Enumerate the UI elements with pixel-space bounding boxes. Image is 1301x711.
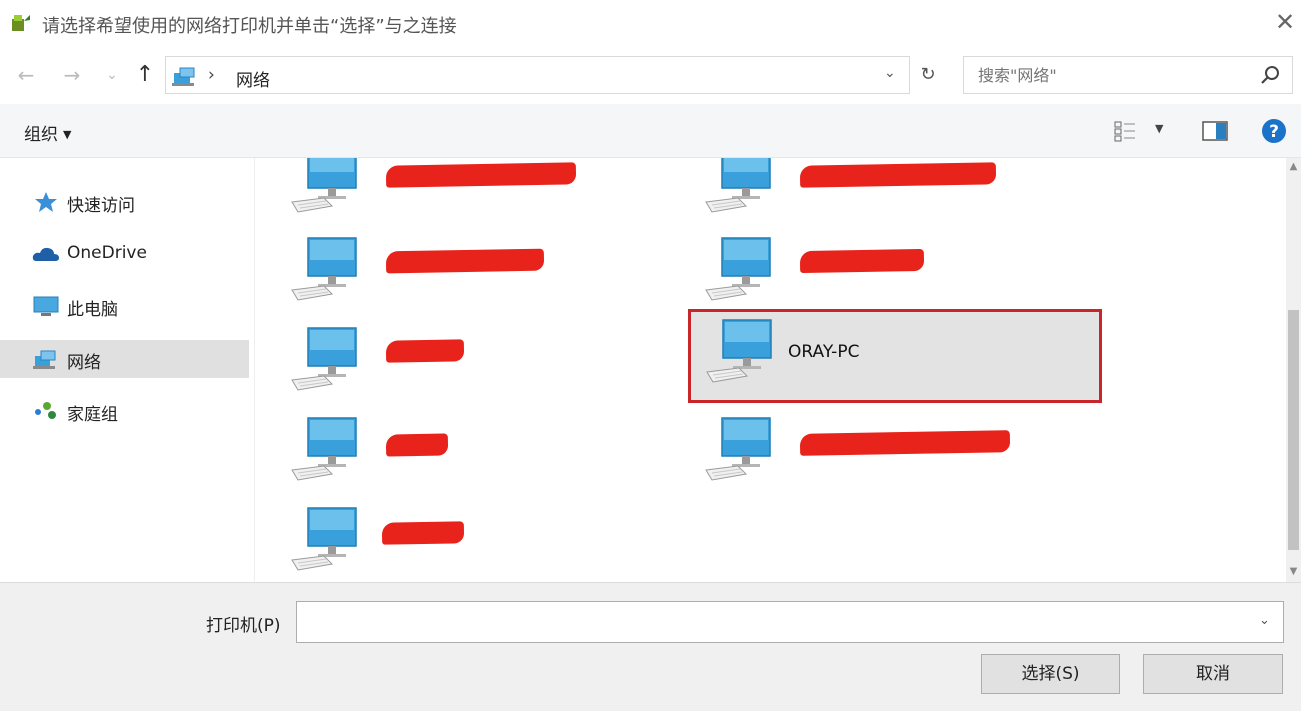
sidebar-item-label: 此电脑: [67, 300, 118, 320]
navigation-pane: 快速访问 OneDrive 此电脑 网络 家庭组: [0, 158, 255, 582]
star-icon: [35, 192, 57, 212]
address-row: ← → ⌄ ↑ › 网络 ⌄ ↻: [0, 48, 1301, 104]
printer-label: 打印机(P): [206, 616, 281, 636]
computer-item[interactable]: [288, 498, 668, 582]
search-icon[interactable]: [1258, 63, 1282, 87]
network-computers-view: ORAY-PC: [256, 158, 1286, 582]
computer-icon: [291, 417, 357, 481]
computer-item[interactable]: [288, 228, 668, 318]
sidebar-item-network[interactable]: 网络: [0, 340, 249, 378]
view-dropdown-icon[interactable]: ▼: [1155, 122, 1163, 135]
close-button[interactable]: ✕: [1270, 8, 1300, 38]
forward-button[interactable]: →: [58, 61, 86, 89]
breadcrumb-network[interactable]: 网络: [236, 66, 270, 91]
search-box[interactable]: [963, 56, 1293, 94]
cancel-button[interactable]: 取消: [1143, 654, 1283, 694]
homegroup-icon: [35, 402, 56, 419]
help-icon[interactable]: ?: [1261, 118, 1287, 144]
computer-item[interactable]: [288, 408, 668, 498]
pc-icon: [33, 296, 59, 316]
computer-icon: [705, 417, 771, 481]
scroll-up-icon[interactable]: ▲: [1286, 158, 1301, 175]
redacted-name: [799, 248, 925, 274]
chevron-down-icon[interactable]: ⌄: [1259, 613, 1270, 628]
dialog-footer: 打印机(P) ⌄ 选择(S) 取消: [0, 582, 1301, 711]
computer-item[interactable]: [702, 228, 1082, 318]
computer-item[interactable]: [702, 408, 1082, 498]
redacted-name: [799, 162, 997, 188]
redacted-name: [385, 433, 449, 457]
scroll-down-icon[interactable]: ▼: [1286, 563, 1301, 580]
scrollbar-thumb[interactable]: [1288, 310, 1299, 550]
view-options-icon[interactable]: [1113, 118, 1139, 144]
command-toolbar: 组织 ▼ ▼ ?: [0, 104, 1301, 158]
sidebar-item-this-pc[interactable]: 此电脑: [0, 287, 249, 325]
chevron-down-icon: ▼: [63, 128, 72, 141]
sidebar-item-homegroup[interactable]: 家庭组: [0, 392, 249, 430]
back-button[interactable]: ←: [12, 61, 40, 89]
sidebar-item-quick-access[interactable]: 快速访问: [0, 183, 249, 221]
select-button[interactable]: 选择(S): [981, 654, 1120, 694]
sidebar-item-label: 网络: [67, 353, 101, 373]
organize-label: 组织: [24, 125, 58, 145]
vertical-scrollbar[interactable]: ▲ ▼: [1286, 158, 1301, 582]
cloud-icon: [32, 247, 59, 261]
redacted-name: [385, 339, 465, 363]
organize-menu-button[interactable]: 组织 ▼: [24, 120, 71, 145]
redacted-name: [385, 162, 577, 188]
redacted-name: [799, 430, 1011, 456]
redacted-name: [381, 521, 465, 545]
window-title: 请选择希望使用的网络打印机并单击“选择”与之连接: [42, 16, 457, 37]
title-bar: 请选择希望使用的网络打印机并单击“选择”与之连接 ✕: [0, 0, 1301, 48]
computer-item-selected[interactable]: ORAY-PC: [688, 309, 1102, 403]
recent-locations-button[interactable]: ⌄: [98, 61, 126, 89]
computer-name: ORAY-PC: [788, 342, 860, 362]
refresh-button[interactable]: ↻: [912, 56, 944, 94]
search-input[interactable]: [964, 57, 1254, 93]
printer-input[interactable]: [297, 602, 1247, 642]
redacted-name: [385, 248, 545, 274]
preview-pane-icon[interactable]: [1201, 118, 1229, 144]
computer-item[interactable]: [702, 158, 1082, 230]
network-icon: [172, 67, 195, 86]
computer-icon: [291, 327, 357, 391]
address-bar[interactable]: › 网络 ⌄: [165, 56, 910, 94]
sidebar-item-label: OneDrive: [67, 243, 147, 263]
computer-item[interactable]: [288, 318, 668, 408]
computer-icon: [705, 237, 771, 301]
sidebar-item-label: 家庭组: [67, 405, 118, 425]
sidebar-item-label: 快速访问: [67, 196, 135, 216]
computer-icon: [291, 158, 357, 213]
address-dropdown-icon[interactable]: ⌄: [884, 65, 896, 81]
up-button[interactable]: ↑: [131, 61, 159, 89]
computer-icon: [291, 237, 357, 301]
sidebar-item-onedrive[interactable]: OneDrive: [0, 235, 249, 273]
computer-icon: [291, 507, 357, 571]
breadcrumb-separator: ›: [208, 65, 215, 85]
printer-app-icon: [12, 15, 30, 31]
printer-combobox[interactable]: ⌄: [296, 601, 1284, 643]
svg-text:?: ?: [1269, 122, 1279, 142]
computer-item[interactable]: [288, 158, 668, 230]
computer-icon: [706, 319, 772, 383]
computer-icon: [705, 158, 771, 213]
network-icon: [33, 350, 56, 369]
